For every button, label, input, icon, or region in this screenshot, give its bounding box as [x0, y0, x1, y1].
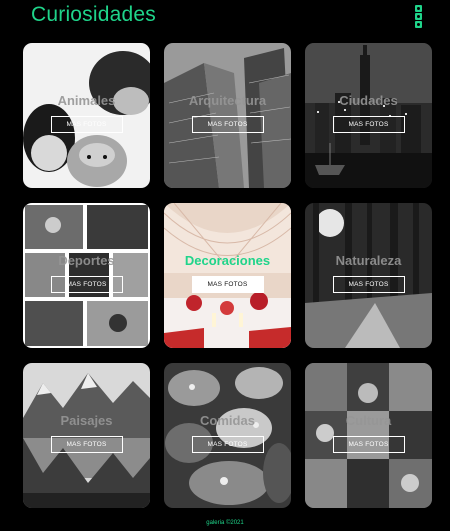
gallery-card-decoraciones[interactable]: Decoraciones MAS FOTOS: [164, 203, 291, 348]
card-title: Deportes: [58, 253, 115, 268]
gallery-card-cultura[interactable]: Cultura MAS FOTOS: [305, 363, 432, 508]
more-photos-button[interactable]: MAS FOTOS: [332, 276, 405, 293]
card-title: Decoraciones: [184, 253, 271, 268]
gallery-card-arquitectura[interactable]: Arquitectura MAS FOTOS: [164, 43, 291, 188]
gallery-card-comidas[interactable]: Comidas MAS FOTOS: [164, 363, 291, 508]
more-photos-button[interactable]: MAS FOTOS: [191, 116, 264, 133]
footer-copyright: galeria ©2021: [206, 520, 244, 526]
gallery-card-animales[interactable]: Animales MAS FOTOS: [23, 43, 150, 188]
card-title: Animales: [57, 93, 116, 108]
gallery-card-ciudades[interactable]: Ciudades MAS FOTOS: [305, 43, 432, 188]
more-photos-button[interactable]: MAS FOTOS: [191, 436, 264, 453]
card-title: Ciudades: [339, 93, 398, 108]
more-photos-button[interactable]: MAS FOTOS: [50, 436, 123, 453]
gallery-card-deportes[interactable]: Deportes MAS FOTOS: [23, 203, 150, 348]
card-title: Cultura: [345, 413, 392, 428]
gallery-card-paisajes[interactable]: Paisajes MAS FOTOS: [23, 363, 150, 508]
more-photos-button[interactable]: MAS FOTOS: [332, 116, 405, 133]
card-title: Arquitectura: [188, 93, 267, 108]
card-title: Comidas: [200, 413, 255, 428]
more-photos-button[interactable]: MAS FOTOS: [50, 276, 123, 293]
gallery-card-naturaleza[interactable]: Naturaleza MAS FOTOS: [305, 203, 432, 348]
card-title: Paisajes: [60, 413, 113, 428]
more-photos-button[interactable]: MAS FOTOS: [191, 276, 264, 293]
gallery-grid: Animales MAS FOTOS Arquitectura MAS FOTO…: [0, 0, 450, 531]
card-title: Naturaleza: [335, 253, 402, 268]
more-photos-button[interactable]: MAS FOTOS: [332, 436, 405, 453]
more-photos-button[interactable]: MAS FOTOS: [50, 116, 123, 133]
